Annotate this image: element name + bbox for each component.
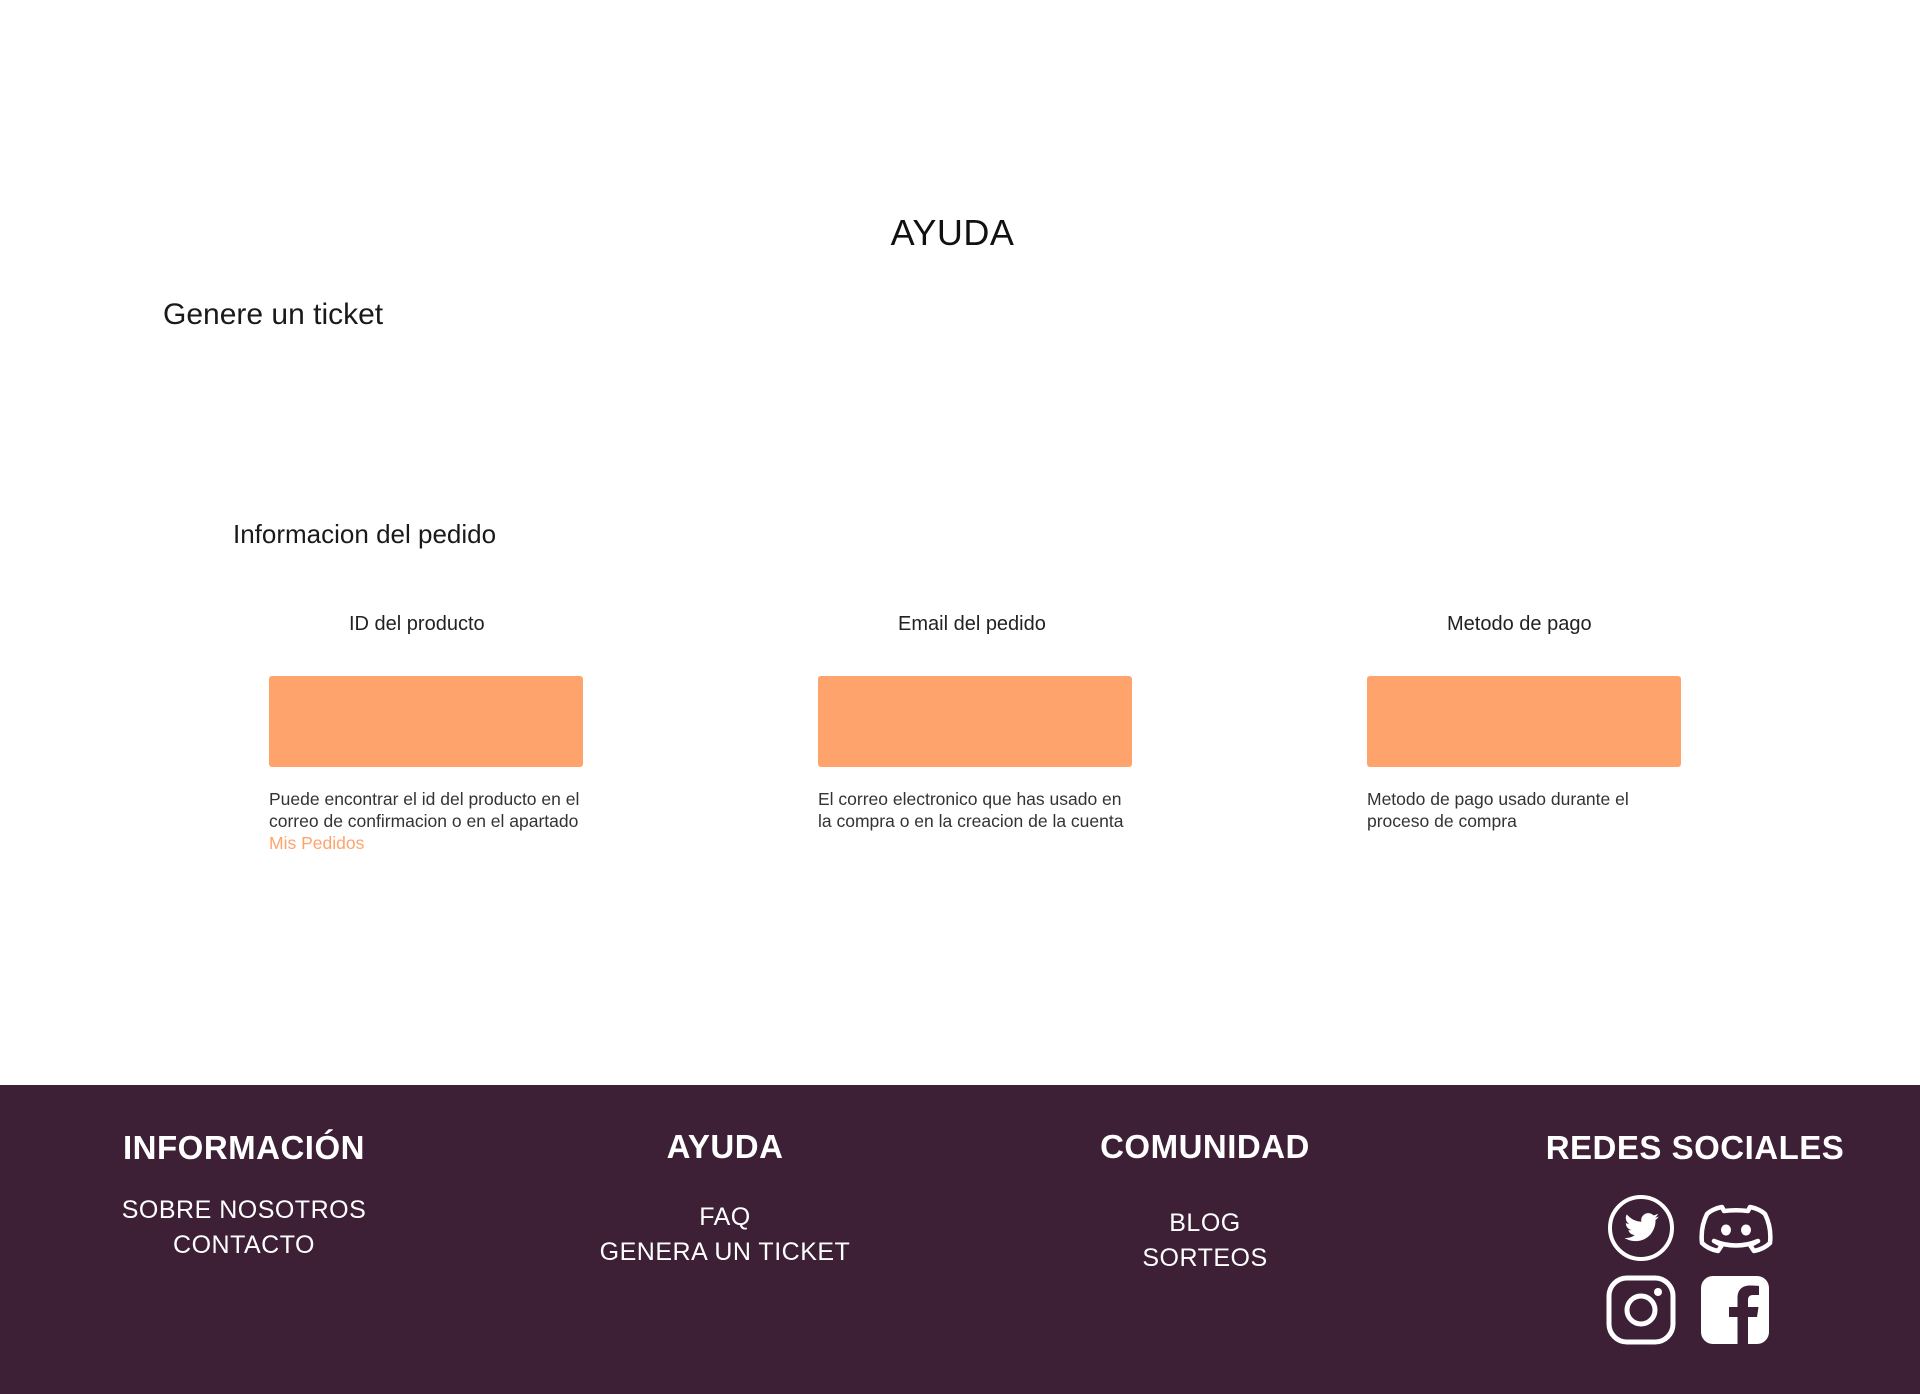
product-id-help-text: Puede encontrar el id del producto en el… (269, 789, 580, 831)
page-title: AYUDA (890, 212, 1015, 253)
footer-redes-title: REDES SOCIALES (1545, 1129, 1845, 1166)
blog-link[interactable]: BLOG (1055, 1206, 1355, 1241)
contacto-link[interactable]: CONTACTO (94, 1228, 394, 1263)
product-id-help: Puede encontrar el id del producto en el… (269, 788, 583, 854)
order-email-input[interactable] (818, 676, 1132, 767)
footer-comunidad: COMUNIDAD BLOG SORTEOS (1055, 1085, 1355, 1276)
twitter-icon[interactable] (1606, 1193, 1676, 1263)
footer-comunidad-title: COMUNIDAD (1100, 1128, 1310, 1165)
faq-link[interactable]: FAQ (575, 1200, 875, 1235)
order-email-label: Email del pedido (898, 613, 1046, 635)
sobre-nosotros-link[interactable]: SOBRE NOSOTROS (94, 1193, 394, 1228)
footer-informacion: INFORMACIÓN SOBRE NOSOTROS CONTACTO (94, 1085, 394, 1263)
section-title: Genere un ticket (163, 298, 384, 331)
product-id-input[interactable] (269, 676, 583, 767)
instagram-icon[interactable] (1606, 1275, 1676, 1345)
mis-pedidos-link[interactable]: Mis Pedidos (269, 833, 364, 853)
payment-method-field-group: Metodo de pago Metodo de pago usado dura… (1367, 612, 1681, 832)
payment-method-help: Metodo de pago usado durante el proceso … (1367, 789, 1629, 831)
product-id-label: ID del producto (349, 613, 485, 635)
footer-informacion-title: INFORMACIÓN (123, 1129, 365, 1166)
facebook-icon[interactable] (1700, 1275, 1770, 1345)
social-icons (1602, 1193, 1782, 1353)
sorteos-link[interactable]: SORTEOS (1055, 1241, 1355, 1276)
order-email-help: El correo electronico que has usado en l… (818, 789, 1124, 831)
footer-redes: REDES SOCIALES (1535, 1085, 1855, 1167)
subsection-title: Informacion del pedido (233, 519, 497, 549)
footer-ayuda: AYUDA FAQ GENERA UN TICKET (575, 1085, 875, 1270)
genera-ticket-link[interactable]: GENERA UN TICKET (575, 1235, 875, 1270)
payment-method-input[interactable] (1367, 676, 1681, 767)
discord-icon[interactable] (1698, 1193, 1774, 1263)
order-email-field-group: Email del pedido El correo electronico q… (818, 612, 1132, 832)
footer-ayuda-title: AYUDA (666, 1128, 784, 1165)
footer: INFORMACIÓN SOBRE NOSOTROS CONTACTO AYUD… (0, 1085, 1920, 1394)
payment-method-label: Metodo de pago (1447, 613, 1592, 635)
product-id-field-group: ID del producto Puede encontrar el id de… (269, 612, 583, 854)
